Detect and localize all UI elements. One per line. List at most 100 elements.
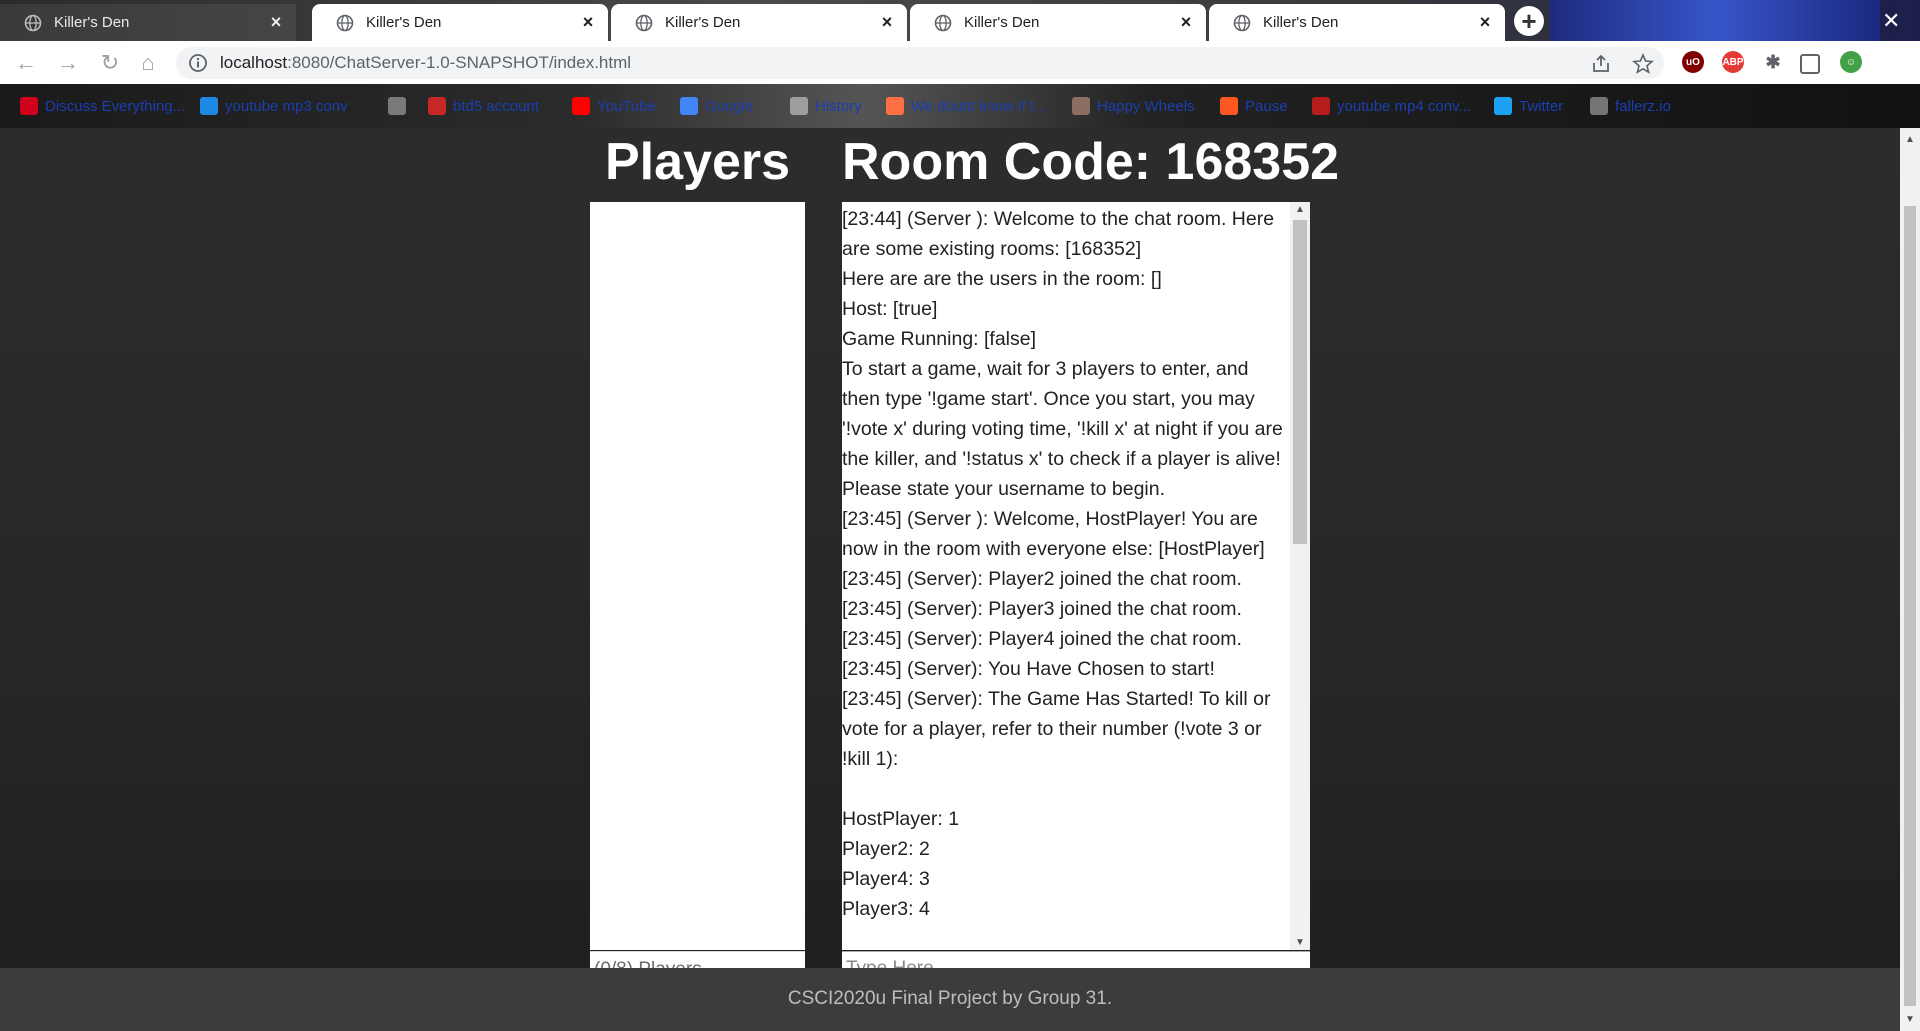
bookmark-item[interactable]: We doubt know if t... xyxy=(886,97,1047,115)
page-content: Players Room Code: 168352 (0/8) Players … xyxy=(0,128,1900,1031)
close-tab-icon[interactable]: × xyxy=(1475,12,1495,33)
bookmark-item[interactable]: History xyxy=(790,97,862,115)
bookmark-label: Pause xyxy=(1245,97,1288,115)
back-arrow-icon[interactable]: ← xyxy=(12,49,40,77)
footer-text: CSCI2020u Final Project by Group 31. xyxy=(787,988,1113,1009)
bookmark-item[interactable]: YouTube xyxy=(572,97,656,115)
bookmark-item[interactable]: Pause xyxy=(1220,97,1288,115)
bookmark-favicon-icon xyxy=(1312,97,1330,115)
close-tab-icon[interactable]: × xyxy=(877,12,897,33)
chat-message: [23:45] (Server): Player4 joined the cha… xyxy=(842,628,1242,650)
side-panel-icon[interactable] xyxy=(1800,54,1820,74)
chat-message: Host: [true] xyxy=(842,298,938,320)
close-tab-icon[interactable]: × xyxy=(266,12,286,33)
globe-icon xyxy=(24,14,42,31)
chat-message: HostPlayer: 1 xyxy=(842,808,960,830)
forward-arrow-icon[interactable]: → xyxy=(54,49,82,77)
bookmark-favicon-icon xyxy=(680,97,698,115)
bookmark-item[interactable]: Google xyxy=(680,97,753,115)
bookmark-label: History xyxy=(815,97,862,115)
bookmark-favicon-icon xyxy=(572,97,590,115)
bookmark-favicon-icon xyxy=(428,97,446,115)
scroll-up-arrow-icon[interactable]: ▲ xyxy=(1295,204,1305,215)
globe-icon xyxy=(336,14,354,31)
tab-strip: Killer's Den × Killer's Den × Killer's Den × K… xyxy=(0,0,1920,41)
bookmark-label: youtube mp4 conv... xyxy=(1337,97,1471,115)
tab-title: Killer's Den xyxy=(1263,14,1339,31)
new-tab-button[interactable]: + xyxy=(1514,6,1544,36)
tab-3[interactable]: Killer's Den × xyxy=(611,4,907,41)
bookmark-item[interactable]: youtube mp3 conv xyxy=(200,97,348,115)
bookmark-label: btd5 account xyxy=(453,97,539,115)
globe-icon xyxy=(1233,14,1251,31)
extensions-puzzle-icon[interactable]: ✱ xyxy=(1762,51,1784,73)
bookmark-favicon-icon xyxy=(790,97,808,115)
globe-icon xyxy=(934,14,952,31)
bookmark-favicon-icon xyxy=(20,97,38,115)
bookmark-item[interactable]: fallerz.io xyxy=(1590,97,1671,115)
tab-1[interactable]: Killer's Den × xyxy=(0,4,296,41)
chat-scrollbar[interactable]: ▲ ▼ xyxy=(1290,202,1310,950)
chat-message: [23:45] (Server): Player3 joined the cha… xyxy=(842,598,1242,620)
tab-title: Killer's Den xyxy=(366,14,442,31)
chat-message: Player4: 3 xyxy=(842,868,930,890)
scroll-down-arrow-icon[interactable]: ▼ xyxy=(1295,937,1305,948)
page-scroll-down-icon[interactable]: ▼ xyxy=(1905,1014,1915,1025)
players-heading: Players xyxy=(604,133,791,191)
address-bar[interactable]: localhost:8080/ChatServer-1.0-SNAPSHOT/i… xyxy=(176,47,1664,79)
chat-scroll-thumb[interactable] xyxy=(1293,220,1307,544)
chat-message: [23:45] (Server): The Game Has Started! … xyxy=(842,688,1271,770)
bookmark-favicon-icon xyxy=(1494,97,1512,115)
tab-title: Killer's Den xyxy=(665,14,741,31)
ublock-extension-icon[interactable]: uO xyxy=(1682,51,1704,73)
profile-avatar[interactable]: ☺ xyxy=(1840,51,1862,73)
chat-message xyxy=(842,774,1286,804)
chat-message: [23:44] (Server ): Welcome to the chat r… xyxy=(842,208,1275,260)
bookmark-label: Discuss Everything... xyxy=(45,97,186,115)
chat-message: [23:45] (Server): Player2 joined the cha… xyxy=(842,568,1242,590)
players-list xyxy=(590,202,805,950)
bookmark-favicon-icon xyxy=(1072,97,1090,115)
bookmark-item[interactable]: Twitter xyxy=(1494,97,1563,115)
room-code-heading: Room Code: 168352 xyxy=(842,133,1340,191)
bookmark-label: Google xyxy=(705,97,754,115)
page-scroll-thumb[interactable] xyxy=(1904,206,1916,1006)
adblock-extension-icon[interactable]: ABP xyxy=(1722,51,1744,73)
bookmark-favicon-icon xyxy=(1220,97,1238,115)
close-tab-icon[interactable]: × xyxy=(1176,12,1196,33)
bookmark-item[interactable]: youtube mp4 conv... xyxy=(1312,97,1471,115)
reload-icon[interactable]: ↻ xyxy=(96,49,124,77)
url-text: localhost:8080/ChatServer-1.0-SNAPSHOT/i… xyxy=(220,53,632,72)
window-close-button[interactable]: ✕ xyxy=(1882,8,1900,34)
chat-message: Player3: 4 xyxy=(842,898,930,920)
bookmark-favicon-icon xyxy=(388,97,406,115)
chat-message: Here are are the users in the room: [] xyxy=(842,268,1162,290)
bookmark-favicon-icon xyxy=(200,97,218,115)
page-scroll-up-icon[interactable]: ▲ xyxy=(1905,134,1915,145)
share-icon[interactable] xyxy=(1590,53,1612,75)
chat-message: [23:45] (Server ): Welcome, HostPlayer! … xyxy=(842,508,1265,560)
bookmark-item[interactable]: Discuss Everything... xyxy=(20,97,185,115)
info-icon[interactable] xyxy=(188,53,208,73)
chat-message: Please state your username to begin. xyxy=(842,478,1166,500)
bookmarks-bar: Discuss Everything... youtube mp3 conv btd… xyxy=(0,84,1920,128)
bookmark-star-icon[interactable] xyxy=(1632,53,1654,75)
bookmark-label: youtube mp3 conv xyxy=(225,97,348,115)
close-tab-icon[interactable]: × xyxy=(578,12,598,33)
bookmark-label: Twitter xyxy=(1519,97,1564,115)
bookmark-label: We doubt know if t... xyxy=(911,97,1047,115)
chat-log[interactable]: [23:44] (Server ): Welcome to the chat r… xyxy=(842,202,1310,950)
bookmark-item[interactable]: Happy Wheels xyxy=(1072,97,1195,115)
home-icon[interactable]: ⌂ xyxy=(134,49,162,77)
chat-message: To start a game, wait for 3 players to e… xyxy=(842,358,1283,470)
globe-icon xyxy=(635,14,653,31)
bookmark-favicon-icon xyxy=(886,97,904,115)
tab-2[interactable]: Killer's Den × xyxy=(312,4,608,41)
bookmark-item[interactable]: btd5 account xyxy=(428,97,539,115)
page-scrollbar[interactable]: ▲ ▼ xyxy=(1900,128,1920,1031)
tab-5[interactable]: Killer's Den × xyxy=(1209,4,1505,41)
browser-toolbar: ← → ↻ ⌂ localhost:8080/ChatServer-1.0-SN… xyxy=(0,41,1920,85)
bookmark-favicon-icon xyxy=(1590,97,1608,115)
tab-4[interactable]: Killer's Den × xyxy=(910,4,1206,41)
bookmark-item[interactable] xyxy=(388,97,413,115)
